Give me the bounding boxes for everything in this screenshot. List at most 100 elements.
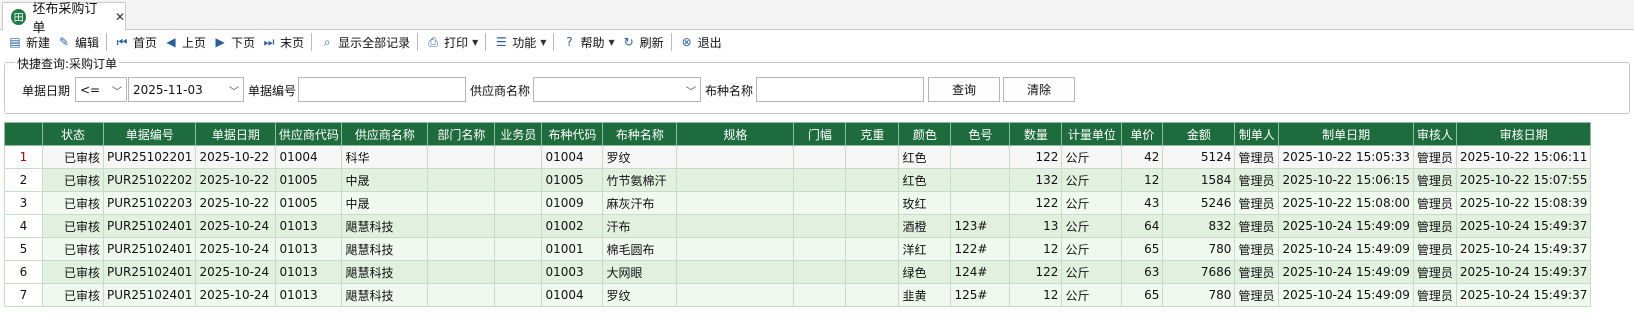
column-header[interactable]: 审核日期 [1455, 122, 1592, 146]
functions-button-label: 功能 [512, 35, 537, 50]
supplier-name-select[interactable]: ﹀ [533, 77, 701, 102]
table-cell: 韭黄 [898, 283, 952, 307]
table-cell: 2025-10-24 [195, 214, 277, 238]
table-cell: 01013 [275, 237, 343, 261]
column-header[interactable]: 单据日期 [195, 122, 277, 146]
column-header[interactable]: 布种名称 [602, 122, 678, 146]
column-header[interactable]: 供应商名称 [341, 122, 429, 146]
chevron-down-icon: ﹀ [112, 87, 122, 98]
help-button[interactable]: ? 帮助 ▼ [558, 32, 617, 52]
table-cell [676, 214, 795, 238]
table-cell: 2025-10-22 15:06:15 [1278, 168, 1414, 192]
table-row[interactable]: 2 已审核 PUR25102202 2025-10-22 01005 中晟 01005 竹节氨… [4, 168, 1592, 192]
table-cell [427, 260, 496, 284]
table-cell: 管理员 [1412, 260, 1457, 284]
new-button[interactable]: ▤ 新建 [4, 32, 53, 52]
column-header[interactable]: 计量单位 [1061, 122, 1123, 146]
query-button[interactable]: 查询 [928, 77, 1000, 102]
row-number: 3 [4, 191, 43, 215]
doc-number-input[interactable] [298, 77, 466, 102]
row-number: 2 [4, 168, 43, 192]
table-cell: PUR25102203 [102, 191, 197, 215]
column-header[interactable]: 规格 [676, 122, 795, 146]
column-header[interactable]: 制单人 [1234, 122, 1280, 146]
next-page-button[interactable]: ▶ 下页 [209, 32, 258, 52]
table-row[interactable]: 7 已审核 PUR25102401 2025-10-24 01013 飓慧科技 01004 罗… [4, 283, 1592, 307]
column-header[interactable]: 颜色 [898, 122, 952, 146]
column-header[interactable]: 单据编号 [102, 122, 197, 146]
column-header[interactable]: 色号 [950, 122, 1011, 146]
show-all-button[interactable]: ⌕ 显示全部记录 [316, 32, 413, 52]
fabric-name-input[interactable] [756, 77, 924, 102]
column-header[interactable] [4, 122, 43, 146]
tab-purchase-order[interactable]: 田 坯布采购订单 ✕ [2, 2, 126, 36]
functions-button[interactable]: ☰ 功能 ▼ [490, 32, 549, 52]
grid-app-icon: 田 [11, 8, 27, 25]
column-header[interactable]: 业务员 [494, 122, 543, 146]
table-cell: 公斤 [1061, 168, 1123, 192]
table-cell: 1584 [1162, 168, 1236, 192]
last-page-button[interactable]: ⏭ 末页 [258, 32, 307, 52]
close-icon[interactable]: ✕ [115, 10, 125, 24]
table-row[interactable]: 6 已审核 PUR25102401 2025-10-24 01013 飓慧科技 01003 大… [4, 260, 1592, 284]
column-header[interactable]: 状态 [42, 122, 104, 146]
column-header[interactable]: 数量 [1009, 122, 1063, 146]
orders-table: 状态 单据编号 单据日期 供应商代码 供应商名称 部门名称 业务员 布种代码 布种名称 规格 门幅克… [4, 122, 1592, 307]
print-button[interactable]: ⎙ 打印 ▼ [422, 32, 481, 52]
table-cell: 已审核 [42, 260, 104, 284]
column-header[interactable]: 单价 [1121, 122, 1164, 146]
table-row[interactable]: 1 已审核 PUR25102201 2025-10-22 01004 科华 01004 罗纹红… [4, 145, 1592, 169]
date-operator-select[interactable]: <= ﹀ [75, 77, 127, 102]
clear-button[interactable]: 清除 [1003, 77, 1075, 102]
column-header[interactable]: 克重 [845, 122, 900, 146]
column-header[interactable]: 门幅 [793, 122, 847, 146]
table-cell [427, 237, 496, 261]
table-cell: 12 [1121, 168, 1164, 192]
column-header[interactable]: 制单日期 [1278, 122, 1414, 146]
refresh-button[interactable]: ↻ 刷新 [618, 32, 667, 52]
table-cell [793, 260, 847, 284]
toolbar-separator [553, 33, 555, 51]
edit-button[interactable]: ✎ 编辑 [53, 32, 102, 52]
table-cell [427, 145, 496, 169]
table-row[interactable]: 3 已审核 PUR25102203 2025-10-22 01005 中晟 01009 麻灰汗… [4, 191, 1592, 215]
table-row[interactable]: 5 已审核 PUR25102401 2025-10-24 01013 飓慧科技 01001 棉… [4, 237, 1592, 261]
printer-icon: ⎙ [428, 34, 438, 49]
table-cell: 玫红 [898, 191, 952, 215]
table-cell: 63 [1121, 260, 1164, 284]
exit-button[interactable]: ⊗ 退出 [676, 32, 725, 52]
table-cell: 公斤 [1061, 214, 1123, 238]
table-cell: 2025-10-22 [195, 145, 277, 169]
table-cell: 12 [1009, 283, 1063, 307]
table-cell [845, 260, 900, 284]
table-cell: 管理员 [1234, 191, 1280, 215]
table-cell: 65 [1121, 283, 1164, 307]
column-header[interactable]: 审核人 [1412, 122, 1457, 146]
quick-search-panel: 快捷查询:采购订单 单据日期 <= ﹀ 2025-11-03 ﹀ 单据编号 供应… [4, 55, 1630, 114]
exit-button-label: 退出 [697, 35, 722, 50]
prev-page-button[interactable]: ◀ 上页 [160, 32, 209, 52]
prev-page-button-label: 上页 [182, 35, 207, 50]
next-page-button-label: 下页 [231, 35, 256, 50]
column-header[interactable]: 金额 [1162, 122, 1236, 146]
table-cell [950, 191, 1011, 215]
table-cell [950, 145, 1011, 169]
table-cell: 麻灰汗布 [602, 191, 678, 215]
first-page-button[interactable]: ⏮ 首页 [111, 32, 160, 52]
date-operator-value: <= [80, 82, 101, 97]
table-cell: 43 [1121, 191, 1164, 215]
table-row[interactable]: 4 已审核 PUR25102401 2025-10-24 01013 飓慧科技 01002 汗… [4, 214, 1592, 238]
table-cell: PUR25102401 [102, 214, 197, 238]
table-cell: 01009 [541, 191, 604, 215]
column-header[interactable]: 供应商代码 [275, 122, 343, 146]
table-cell: 汗布 [602, 214, 678, 238]
table-cell: 罗纹 [602, 145, 678, 169]
column-header[interactable]: 布种代码 [541, 122, 604, 146]
date-picker[interactable]: 2025-11-03 ﹀ [128, 77, 244, 102]
table-cell: 已审核 [42, 237, 104, 261]
column-header[interactable]: 部门名称 [427, 122, 496, 146]
exit-icon: ⊗ [681, 35, 692, 49]
pencil-icon: ✎ [58, 35, 70, 49]
table-cell: 2025-10-22 [195, 168, 277, 192]
table-cell [793, 191, 847, 215]
